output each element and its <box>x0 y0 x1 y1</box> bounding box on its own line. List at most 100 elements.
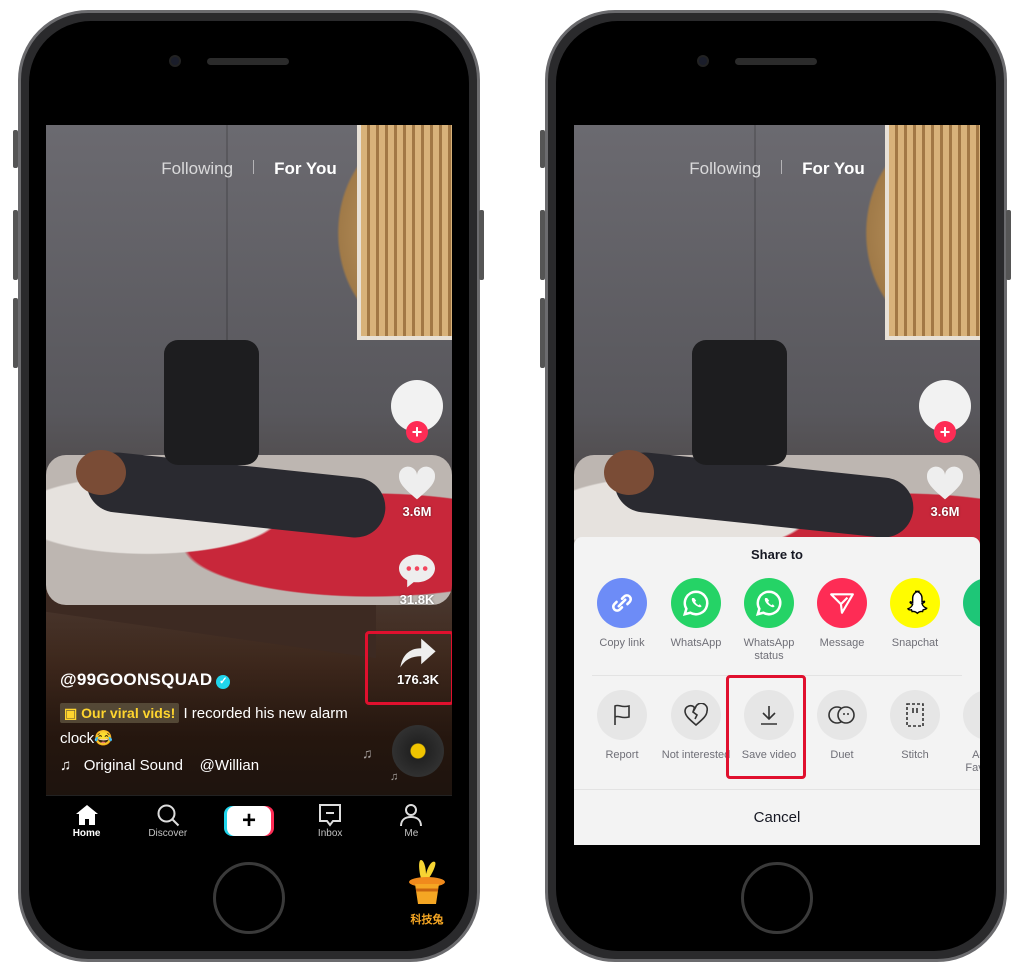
power-button <box>479 210 484 280</box>
save-video-highlight-box <box>726 675 806 779</box>
flag-icon <box>597 690 647 740</box>
tab-for-you[interactable]: For You <box>802 159 865 179</box>
sound-author: @Willian <box>199 757 260 774</box>
window-blinds <box>357 125 452 340</box>
option-label: Report <box>605 749 639 761</box>
action-add-to-favorites[interactable]: Add to Favorites <box>953 690 980 775</box>
share-copy-link[interactable]: Copy link <box>587 578 657 650</box>
whatsapp-icon <box>671 578 721 628</box>
playlist-tag[interactable]: ▣ Our viral vids! <box>60 703 180 723</box>
share-message[interactable]: Message <box>807 578 877 650</box>
nav-me[interactable]: Me <box>376 803 446 839</box>
like-count: 3.6M <box>930 504 960 519</box>
music-note-icon: ♫ <box>60 757 72 774</box>
snapchat-icon <box>890 578 940 628</box>
watermark-logo: 科技兔 <box>404 856 450 927</box>
option-label: Not interested <box>661 749 731 761</box>
bottom-nav: Home Discover + Inbox Me <box>46 795 452 845</box>
action-not-interested[interactable]: Not interested <box>661 690 731 762</box>
nav-label: Discover <box>148 827 188 839</box>
mute-switch <box>13 130 18 168</box>
option-label: WhatsApp status <box>743 637 795 662</box>
option-label: Stitch <box>901 749 929 761</box>
option-label: Snapchat <box>891 637 939 649</box>
duet-icon <box>817 690 867 740</box>
feed-tabs: Following For You <box>574 159 980 179</box>
share-whatsapp[interactable]: WhatsApp <box>661 578 731 650</box>
nav-label: Home <box>72 827 101 839</box>
nav-create[interactable]: + <box>214 805 284 836</box>
option-label: Duet <box>830 749 854 761</box>
video-caption: ▣ Our viral vids! I recorded his new ala… <box>60 701 380 751</box>
inbox-icon <box>319 803 342 827</box>
option-label: Message <box>819 637 865 649</box>
share-whatsapp-status[interactable]: WhatsApp status <box>734 578 804 663</box>
home-button[interactable] <box>741 862 813 934</box>
volume-down-button <box>13 298 18 368</box>
link-icon <box>597 578 647 628</box>
send-icon <box>817 578 867 628</box>
volume-up-button <box>540 210 545 280</box>
power-button <box>1006 210 1011 280</box>
tab-following[interactable]: Following <box>161 159 233 179</box>
option-label: Add to Favorites <box>965 749 980 774</box>
comment-button[interactable]: 31.8K <box>390 553 444 607</box>
front-camera <box>169 55 181 67</box>
cancel-button[interactable]: Cancel <box>574 789 980 845</box>
video-speaker <box>164 340 259 465</box>
nav-label: Inbox <box>317 827 343 839</box>
action-stitch[interactable]: Stitch <box>880 690 950 762</box>
follow-plus-icon[interactable]: + <box>934 421 956 443</box>
nav-inbox[interactable]: Inbox <box>295 803 365 839</box>
window-blinds <box>885 125 980 340</box>
tab-for-you[interactable]: For You <box>274 159 337 179</box>
like-button[interactable]: 3.6M <box>918 465 972 519</box>
nav-home[interactable]: Home <box>52 803 122 839</box>
comment-count: 31.8K <box>399 592 435 607</box>
share-highlight-box <box>365 631 452 705</box>
action-duet[interactable]: Duet <box>807 690 877 762</box>
share-sheet-title: Share to <box>750 547 803 562</box>
volume-down-button <box>540 298 545 368</box>
volume-up-button <box>13 210 18 280</box>
whatsapp-icon <box>744 578 794 628</box>
video-speaker <box>692 340 787 465</box>
creator-username[interactable]: @99GOONSQUAD ✓ <box>60 670 231 690</box>
home-icon <box>75 804 98 825</box>
earpiece <box>735 58 817 65</box>
sound-disc[interactable] <box>392 725 444 777</box>
option-label: Copy link <box>599 637 645 649</box>
mute-switch <box>540 130 545 168</box>
like-button[interactable]: 3.6M <box>390 465 444 519</box>
app-icon <box>963 578 980 628</box>
rabbit-hat-icon <box>409 860 445 904</box>
verified-badge-icon: ✓ <box>216 675 231 689</box>
comment-icon <box>399 554 435 588</box>
like-count: 3.6M <box>402 504 432 519</box>
username-text: @99GOONSQUAD <box>60 670 213 689</box>
home-button[interactable] <box>213 862 285 934</box>
playlist-tag-label: Our viral vids! <box>81 705 176 721</box>
share-sheet: Share to Copy link WhatsApp WhatsApp sta… <box>574 537 980 845</box>
earpiece <box>207 58 289 65</box>
tab-following[interactable]: Following <box>689 159 761 179</box>
watermark-text: 科技兔 <box>410 914 444 926</box>
music-note-icon: ♫ <box>390 771 399 783</box>
right-screen: Following For You + 3.6M Share to Copy li… <box>574 125 980 845</box>
nav-discover[interactable]: Discover <box>133 803 203 839</box>
action-report[interactable]: Report <box>587 690 657 762</box>
share-more-app[interactable]: S <box>953 578 980 650</box>
stitch-icon <box>890 690 940 740</box>
share-snapchat[interactable]: Snapchat <box>880 578 950 650</box>
sound-title: Original Sound <box>83 757 183 774</box>
sound-info[interactable]: ♫ Original Sound @Willian <box>60 757 259 774</box>
option-label: WhatsApp <box>670 637 722 649</box>
person-icon <box>400 803 423 826</box>
bookmark-icon <box>963 690 980 740</box>
left-screen: Following For You + 3.6M 31.8K 176.3K @99… <box>46 125 452 845</box>
nav-label: Me <box>404 827 419 839</box>
heart-icon <box>926 466 964 500</box>
follow-plus-icon[interactable]: + <box>406 421 428 443</box>
music-note-icon: ♫ <box>362 745 373 761</box>
front-camera <box>697 55 709 67</box>
